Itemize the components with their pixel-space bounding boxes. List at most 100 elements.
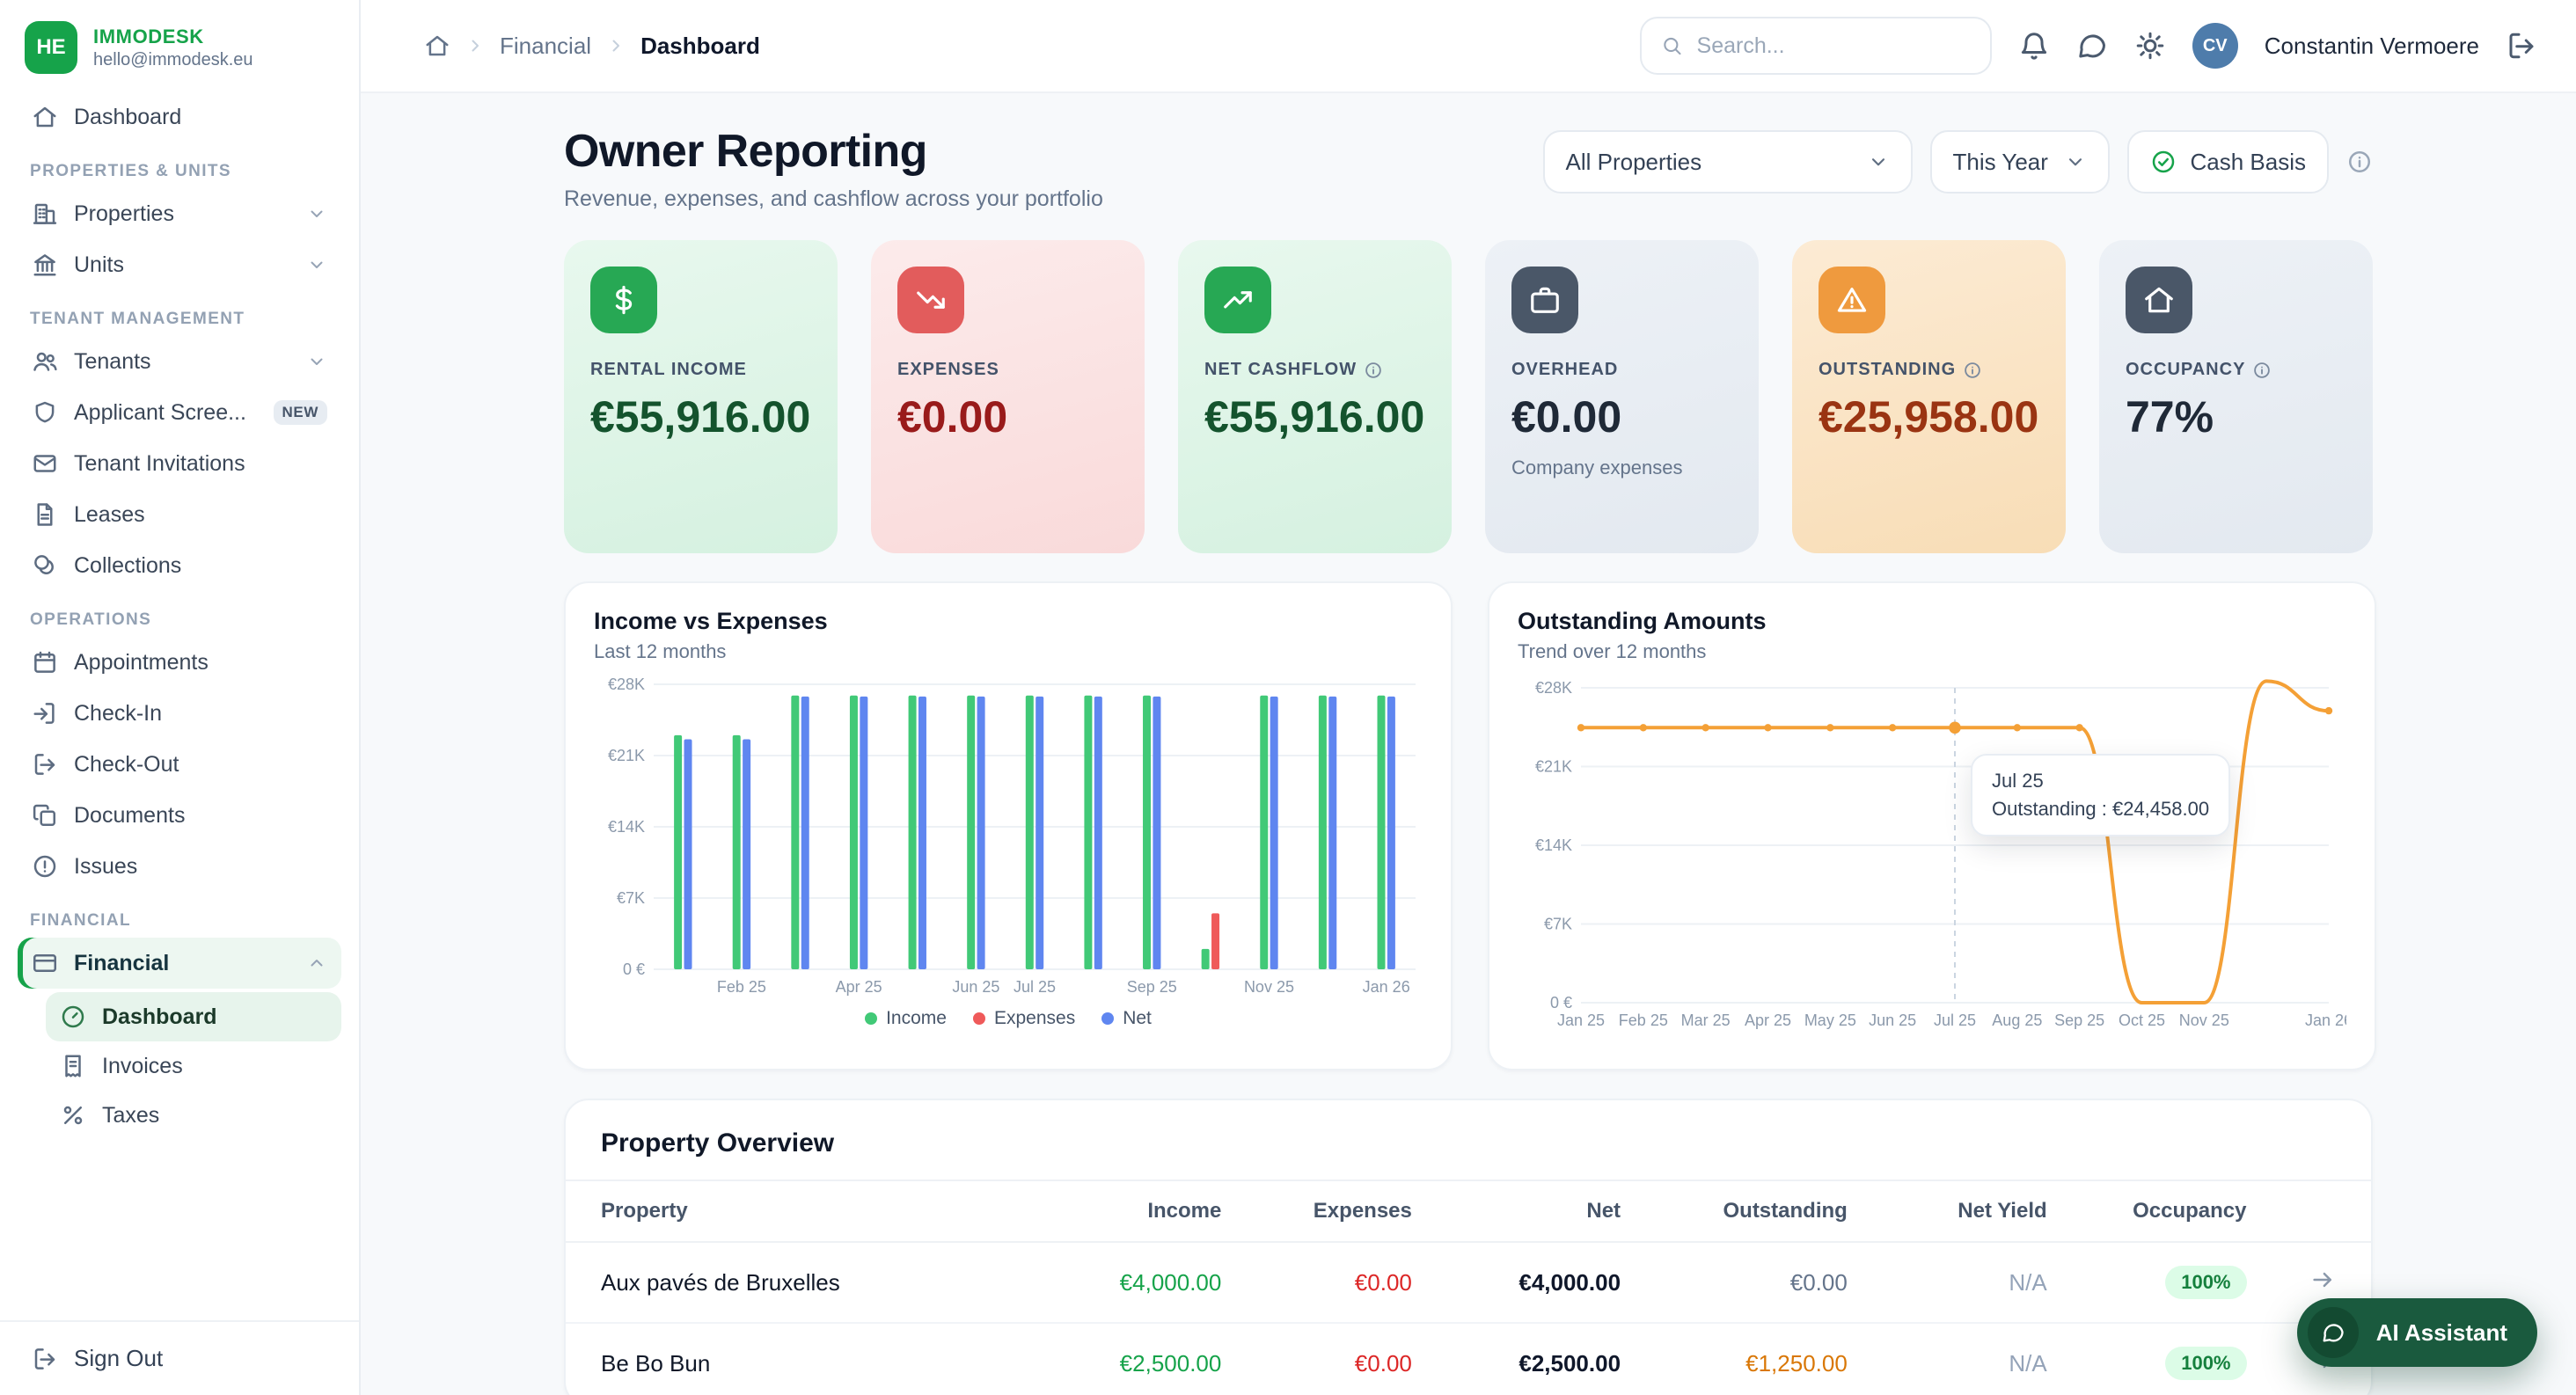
row-detail-arrow[interactable]	[2309, 1267, 2336, 1293]
cell-net: €2,500.00	[1437, 1323, 1645, 1395]
kpi-card-outstanding: OUTSTANDING €25,958.00	[1792, 240, 2066, 553]
property-overview-card: Property Overview PropertyIncomeExpenses…	[564, 1099, 2373, 1395]
logout-icon	[32, 1346, 58, 1372]
svg-text:Jan 26: Jan 26	[2305, 1012, 2346, 1029]
legend-dot	[1101, 1012, 1114, 1025]
copy-icon	[32, 802, 58, 829]
legend-label: Net	[1123, 1008, 1152, 1029]
column-header-property: Property	[566, 1180, 1056, 1242]
chevron-down-icon	[1867, 150, 1890, 173]
svg-text:€14K: €14K	[608, 818, 645, 836]
sidebar-item-invoices[interactable]: Invoices	[46, 1041, 341, 1091]
sidebar-item-label: Tenants	[74, 349, 151, 375]
notifications-button[interactable]	[2018, 30, 2050, 62]
cash-basis-toggle[interactable]: Cash Basis	[2127, 130, 2330, 194]
svg-text:€7K: €7K	[1544, 916, 1572, 933]
buildings-icon	[32, 201, 58, 227]
sidebar-item-label: Tenant Invitations	[74, 451, 245, 477]
trend-down-icon	[897, 267, 964, 333]
messages-button[interactable]	[2076, 30, 2108, 62]
sidebar-subitems: DashboardInvoices Taxes	[46, 992, 341, 1140]
chart-title: Outstanding Amounts	[1518, 608, 2346, 635]
sidebar-item-documents[interactable]: Documents	[18, 790, 341, 841]
svg-text:Jan 25: Jan 25	[1557, 1012, 1605, 1029]
svg-text:Feb 25: Feb 25	[717, 978, 766, 996]
kpi-label-text: OCCUPANCY	[2126, 360, 2245, 380]
sidebar-item-collections[interactable]: Collections	[18, 540, 341, 591]
search-box[interactable]	[1640, 17, 1992, 75]
svg-text:Mar 25: Mar 25	[1681, 1012, 1731, 1029]
sidebar-item-taxes[interactable]: Taxes	[46, 1091, 341, 1140]
cell-expenses: €0.00	[1246, 1323, 1437, 1395]
sidebar-item-dashboard[interactable]: Dashboard	[46, 992, 341, 1041]
kpi-label-text: RENTAL INCOME	[590, 360, 747, 380]
sidebar-item-check-out[interactable]: Check-Out	[18, 739, 341, 790]
sidebar-item-label: Leases	[74, 502, 145, 528]
property-filter-select[interactable]: All Properties	[1543, 130, 1913, 194]
sidebar-item-dashboard[interactable]: Dashboard	[18, 91, 341, 142]
sidebar-item-label: Financial	[74, 951, 169, 976]
sidebar-item-label: Dashboard	[74, 105, 181, 130]
sidebar-item-applicant-scree[interactable]: Applicant Scree...NEW	[18, 387, 341, 438]
sidebar-item-appointments[interactable]: Appointments	[18, 637, 341, 688]
breadcrumb: Financial Dashboard	[424, 33, 760, 60]
receipt-icon	[60, 1053, 86, 1079]
table-row[interactable]: Aux pavés de Bruxelles€4,000.00€0.00€4,0…	[566, 1242, 2371, 1323]
table-row[interactable]: Be Bo Bun€2,500.00€0.00€2,500.00€1,250.0…	[566, 1323, 2371, 1395]
sidebar-item-label: Taxes	[102, 1103, 159, 1128]
landmark-icon	[32, 252, 58, 278]
cell-property: Aux pavés de Bruxelles	[566, 1242, 1056, 1323]
svg-text:Jan 26: Jan 26	[1363, 978, 1410, 996]
search-input[interactable]	[1697, 33, 1971, 59]
kpi-label-text: NET CASHFLOW	[1204, 360, 1357, 380]
cell-income: €4,000.00	[1056, 1242, 1247, 1323]
topbar: Financial Dashboard CV Constantin Vermoe…	[361, 0, 2576, 93]
cell-net-yield: N/A	[1872, 1242, 2072, 1323]
theme-toggle-button[interactable]	[2134, 30, 2166, 62]
kpi-label: NET CASHFLOW	[1204, 360, 1425, 380]
sidebar-item-financial[interactable]: Financial	[18, 938, 341, 989]
nav-section-title: OPERATIONS	[18, 591, 341, 637]
nav-section-title: PROPERTIES & UNITS	[18, 142, 341, 188]
period-filter-select[interactable]: This Year	[1930, 130, 2110, 194]
sign-out-button[interactable]: Sign Out	[0, 1320, 359, 1395]
chevron-down-icon	[306, 203, 327, 224]
sidebar-item-properties[interactable]: Properties	[18, 188, 341, 239]
column-header-occupancy: Occupancy	[2072, 1180, 2272, 1242]
kpi-label: OVERHEAD	[1511, 360, 1732, 380]
alert-circle-icon	[32, 853, 58, 880]
kpi-value: €0.00	[1511, 392, 1732, 442]
bar-chart: €28K€21K€14K€7K0 €Feb 25Apr 25Jun 25Jul …	[594, 674, 1423, 1001]
users-icon	[32, 348, 58, 375]
chat-icon	[2308, 1307, 2359, 1358]
new-badge: NEW	[274, 400, 327, 425]
chart-legend: IncomeExpensesNet	[594, 1008, 1423, 1029]
file-text-icon	[32, 501, 58, 528]
sidebar-item-tenants[interactable]: Tenants	[18, 336, 341, 387]
home-icon[interactable]	[424, 33, 450, 59]
search-icon	[1661, 33, 1683, 58]
sidebar-item-issues[interactable]: Issues	[18, 841, 341, 892]
table-header-row: PropertyIncomeExpensesNetOutstandingNet …	[566, 1180, 2371, 1242]
sidebar-item-check-in[interactable]: Check-In	[18, 688, 341, 739]
legend-item-net: Net	[1101, 1008, 1152, 1029]
logout-button[interactable]	[2506, 30, 2537, 62]
sidebar-item-tenant-invitations[interactable]: Tenant Invitations	[18, 438, 341, 489]
avatar[interactable]: CV	[2192, 23, 2238, 69]
ai-assistant-button[interactable]: AI Assistant	[2297, 1298, 2537, 1367]
breadcrumb-section[interactable]: Financial	[500, 33, 591, 60]
percent-icon	[60, 1102, 86, 1128]
kpi-label: OUTSTANDING	[1819, 360, 2039, 380]
legend-dot	[973, 1012, 985, 1025]
svg-text:Sep 25: Sep 25	[1127, 978, 1177, 996]
user-name: Constantin Vermoere	[2265, 33, 2479, 60]
cell-income: €2,500.00	[1056, 1323, 1247, 1395]
svg-text:0 €: 0 €	[623, 960, 645, 978]
kpi-value: €55,916.00	[1204, 392, 1425, 442]
svg-text:€14K: €14K	[1535, 836, 1572, 854]
sidebar-item-units[interactable]: Units	[18, 239, 341, 290]
sidebar-item-leases[interactable]: Leases	[18, 489, 341, 540]
chevron-down-icon	[2064, 150, 2087, 173]
info-icon[interactable]	[2346, 149, 2373, 175]
kpi-value: €25,958.00	[1819, 392, 2039, 442]
